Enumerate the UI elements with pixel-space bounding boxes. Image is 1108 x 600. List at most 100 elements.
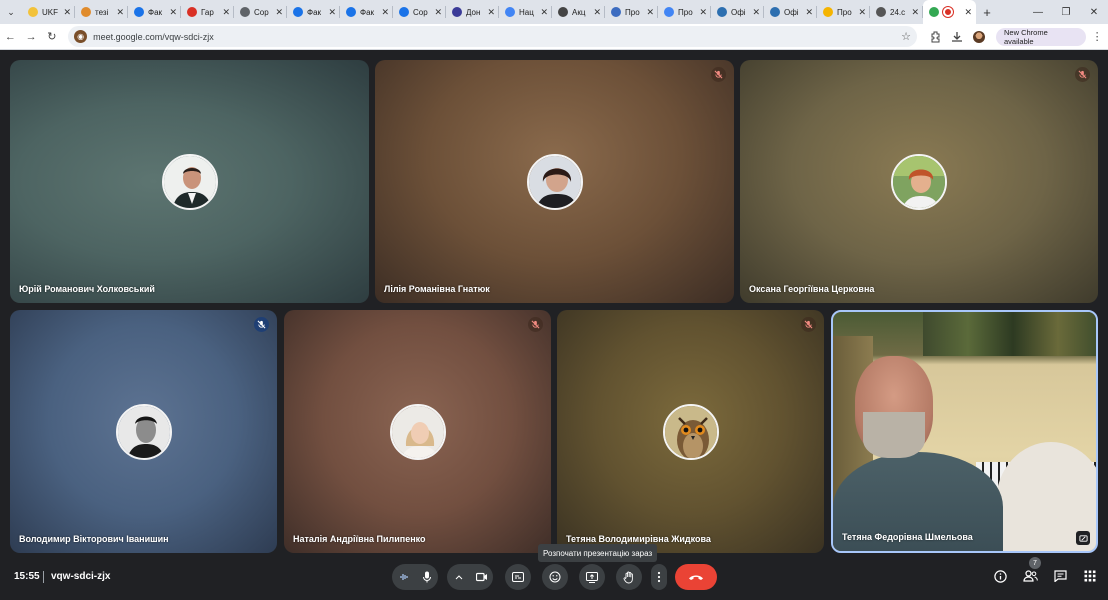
browser-tab[interactable]: Нац ✕ bbox=[499, 0, 552, 24]
participant-tile[interactable]: Володимир Вікторович Іванишин bbox=[10, 310, 277, 553]
browser-tab[interactable]: Офі ✕ bbox=[764, 0, 817, 24]
more-options-button[interactable] bbox=[651, 564, 667, 590]
tab-search-icon[interactable]: ⌄ bbox=[0, 0, 22, 24]
tab-close-icon[interactable]: ✕ bbox=[699, 7, 707, 18]
chrome-menu-icon[interactable]: ⋮ bbox=[1086, 26, 1108, 48]
tab-close-icon[interactable]: ✕ bbox=[540, 7, 548, 18]
tab-close-icon[interactable]: ✕ bbox=[752, 7, 760, 18]
browser-tab[interactable]: Сор ✕ bbox=[234, 0, 287, 24]
new-tab-button[interactable]: + bbox=[976, 5, 998, 20]
people-icon[interactable] bbox=[1022, 567, 1038, 585]
browser-tab[interactable]: Фак ✕ bbox=[287, 0, 340, 24]
tab-close-icon[interactable]: ✕ bbox=[911, 7, 919, 18]
bookmark-star-icon[interactable]: ☆ bbox=[901, 30, 911, 43]
participant-tile[interactable]: Юрій Романович Холковський bbox=[10, 60, 369, 303]
tab-favicon-icon bbox=[240, 7, 250, 17]
downloads-icon[interactable] bbox=[947, 26, 969, 48]
tab-close-icon[interactable]: ✕ bbox=[805, 7, 813, 18]
browser-tab[interactable]: тезі ✕ bbox=[75, 0, 128, 24]
site-info-icon[interactable]: ◉ bbox=[74, 30, 88, 43]
close-window-icon[interactable]: ✕ bbox=[1080, 0, 1108, 24]
reload-icon[interactable]: ↻ bbox=[41, 26, 62, 48]
participant-avatar bbox=[526, 153, 583, 210]
present-now-button[interactable] bbox=[579, 564, 605, 590]
tab-close-icon[interactable]: ✕ bbox=[434, 7, 442, 18]
browser-tab[interactable]: Про ✕ bbox=[605, 0, 658, 24]
tab-title: UKF bbox=[42, 7, 58, 17]
browser-toolbar: ← → ↻ ◉ meet.google.com/vqw-sdci-zjx ☆ N… bbox=[0, 24, 1108, 50]
meeting-code: vqw-sdci-zjx bbox=[51, 571, 111, 582]
tab-favicon-icon bbox=[346, 7, 356, 17]
browser-tab[interactable]: Гар ✕ bbox=[181, 0, 234, 24]
muted-mic-icon bbox=[711, 67, 726, 82]
tab-close-icon[interactable]: ✕ bbox=[593, 7, 601, 18]
tab-close-icon[interactable]: ✕ bbox=[858, 7, 866, 18]
raise-hand-button[interactable] bbox=[616, 564, 642, 590]
raise-hand-icon bbox=[623, 571, 633, 583]
browser-tab[interactable]: Фак ✕ bbox=[340, 0, 393, 24]
tab-title: Офі bbox=[731, 7, 746, 17]
leave-call-button[interactable] bbox=[675, 564, 717, 590]
tab-close-icon[interactable]: ✕ bbox=[646, 7, 654, 18]
tab-title: Про bbox=[678, 7, 693, 17]
tab-close-icon[interactable]: ✕ bbox=[487, 7, 495, 18]
meeting-clock: 15:55 bbox=[14, 571, 40, 582]
browser-tab[interactable]: Сор ✕ bbox=[393, 0, 446, 24]
camera-options-chevron-icon[interactable] bbox=[447, 564, 470, 590]
muted-mic-icon bbox=[801, 317, 816, 332]
maximize-icon[interactable]: ❐ bbox=[1052, 0, 1080, 24]
participant-tile[interactable]: Наталія Андріївна Пилипенко bbox=[284, 310, 551, 553]
microphone-icon[interactable] bbox=[415, 564, 438, 590]
tab-favicon-icon bbox=[452, 7, 462, 17]
browser-tab[interactable]: Про ✕ bbox=[658, 0, 711, 24]
window-controls: — ❐ ✕ bbox=[1024, 0, 1108, 24]
camera-icon[interactable] bbox=[470, 564, 493, 590]
tab-close-icon[interactable]: ✕ bbox=[381, 7, 389, 18]
tab-close-icon[interactable]: ✕ bbox=[275, 7, 283, 18]
browser-tab[interactable]: Про ✕ bbox=[817, 0, 870, 24]
audio-levels-icon[interactable] bbox=[392, 564, 415, 590]
url-text[interactable]: meet.google.com/vqw-sdci-zjx bbox=[93, 32, 901, 42]
participant-avatar bbox=[662, 403, 719, 460]
participant-name: Юрій Романович Холковський bbox=[19, 284, 155, 294]
captions-icon bbox=[512, 572, 524, 582]
tab-favicon-icon bbox=[717, 7, 727, 17]
minimize-icon[interactable]: — bbox=[1024, 0, 1052, 24]
forward-icon[interactable]: → bbox=[21, 26, 42, 48]
browser-tab[interactable]: Офі ✕ bbox=[711, 0, 764, 24]
browser-tab[interactable]: Дон ✕ bbox=[446, 0, 499, 24]
browser-tab[interactable]: Фак ✕ bbox=[128, 0, 181, 24]
activities-icon[interactable] bbox=[1082, 567, 1098, 585]
tab-close-icon[interactable]: ✕ bbox=[222, 7, 230, 18]
tab-close-icon[interactable]: ✕ bbox=[964, 7, 972, 18]
browser-tab[interactable]: UKF ✕ bbox=[22, 0, 75, 24]
reactions-button[interactable] bbox=[542, 564, 568, 590]
meeting-stage: Юрій Романович Холковський Лілія Романів… bbox=[0, 51, 1108, 553]
tab-close-icon[interactable]: ✕ bbox=[116, 7, 124, 18]
address-bar[interactable]: ◉ meet.google.com/vqw-sdci-zjx ☆ bbox=[68, 26, 917, 47]
tab-close-icon[interactable]: ✕ bbox=[63, 7, 71, 18]
bookshelf-background bbox=[923, 312, 1096, 356]
participant-tile[interactable]: Тетяна Володимирівна Жидкова bbox=[557, 310, 824, 553]
meeting-details-icon[interactable] bbox=[992, 567, 1008, 585]
participant-tile-active-speaker[interactable]: Тетяна Федорівна Шмельова bbox=[831, 310, 1098, 553]
new-chrome-available-button[interactable]: New Chrome available bbox=[996, 27, 1087, 46]
back-icon[interactable]: ← bbox=[0, 26, 21, 48]
captions-button[interactable] bbox=[505, 564, 531, 590]
browser-tab[interactable]: 24.с ✕ bbox=[870, 0, 923, 24]
browser-tab[interactable]: Акц ✕ bbox=[552, 0, 605, 24]
profile-avatar[interactable] bbox=[968, 26, 990, 48]
browser-tab-active[interactable]: ✕ bbox=[923, 0, 976, 24]
tab-title: Акц bbox=[572, 7, 586, 17]
tab-close-icon[interactable]: ✕ bbox=[169, 7, 177, 18]
chat-icon[interactable] bbox=[1052, 567, 1068, 585]
hang-up-icon bbox=[689, 575, 703, 580]
participant-tile[interactable]: Оксана Георгіївна Церковна bbox=[740, 60, 1098, 303]
participant-tile[interactable]: Лілія Романівна Гнатюк bbox=[375, 60, 734, 303]
extensions-icon[interactable] bbox=[925, 26, 947, 48]
tile-options-icon[interactable] bbox=[1076, 531, 1090, 545]
tab-close-icon[interactable]: ✕ bbox=[328, 7, 336, 18]
muted-mic-icon bbox=[528, 317, 543, 332]
participant-count-badge: 7 bbox=[1029, 557, 1041, 569]
tab-title: Гар bbox=[201, 7, 214, 17]
